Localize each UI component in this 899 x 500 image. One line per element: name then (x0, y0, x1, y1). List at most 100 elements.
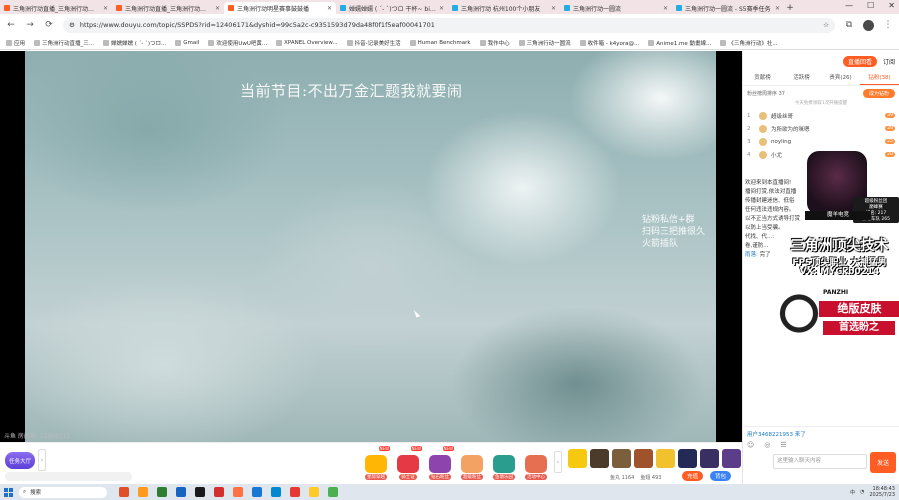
taskbar-app-icon[interactable] (119, 487, 129, 497)
tab-close-icon[interactable]: ✕ (215, 5, 220, 12)
reload-button[interactable]: ⟳ (44, 20, 54, 30)
backpack-button[interactable]: 背包 (710, 471, 732, 481)
chat-tool-icon[interactable]: ☰ (780, 441, 786, 449)
taskbar-app-icon[interactable] (290, 487, 300, 497)
gift-tile-icon[interactable] (678, 449, 697, 468)
chat-tool-icon[interactable]: ☺ (747, 441, 754, 449)
tab-close-icon[interactable]: ✕ (775, 5, 780, 12)
ime-indicator[interactable]: 中 (850, 489, 855, 496)
url-input[interactable]: ⚙ https://www.douyu.com/topic/SSPDS?rid=… (63, 17, 835, 33)
fan-rank-item[interactable]: 1 超级丝哥 39 (747, 109, 895, 122)
replay-button[interactable]: 直播回看 (842, 55, 877, 67)
subscribe-button[interactable]: 订阅 (883, 57, 895, 66)
fan-rank-item[interactable]: 3 noyling 25 (747, 135, 895, 148)
gift-tile-icon[interactable] (612, 449, 631, 468)
rank-tab[interactable]: 活跃榜 (782, 71, 821, 85)
balance-info: 鱼丸 1164 鱼翅 493 (610, 474, 661, 481)
bookmark-item[interactable]: 我作中心 (479, 39, 510, 47)
close-window-button[interactable]: ✕ (888, 1, 895, 10)
gift-tile-icon[interactable] (568, 449, 587, 468)
taskbar-app-icon[interactable] (233, 487, 243, 497)
taskbar-search-input[interactable]: ⌕ 搜索 (19, 486, 107, 498)
extensions-icon[interactable]: ⧉ (844, 20, 854, 30)
bookmark-item[interactable]: 《三角洲行动》社... (720, 39, 778, 47)
bookmark-item[interactable]: 欢迎使用UwU吧黄... (208, 39, 267, 47)
chat-username[interactable]: 雨落 (745, 252, 756, 258)
browser-tab-strip: 三角洲行动直播_三角洲行动视频 ✕ 三角洲行动直播_三角洲行动视频 ✕ 三角洲行动明星赛… (0, 0, 899, 14)
forward-button[interactable]: → (25, 20, 35, 30)
back-button[interactable]: ← (6, 20, 16, 30)
taskbar-app-icon[interactable] (309, 487, 319, 497)
rank-tab[interactable]: 钻粉(38) (860, 71, 899, 85)
activity-gift[interactable]: 骑士证 NEW (394, 446, 422, 480)
gift-tile-icon[interactable] (634, 449, 653, 468)
promo-headline: 三角洲顶尖技术 (790, 238, 889, 254)
mission-hall-button[interactable]: 任务大厅 (5, 452, 35, 469)
browser-tab[interactable]: 三角洲行动直播_三角洲行动视频 ✕ (0, 2, 112, 14)
rank-tab[interactable]: 贡献榜 (743, 71, 782, 85)
gift-label: 鱼塘乐园 (493, 474, 515, 480)
tab-close-icon[interactable]: ✕ (439, 5, 444, 12)
activity-gift[interactable]: 活动中心 (522, 446, 550, 480)
video-player[interactable]: 当前节目:不出万金汇题我就要闹 钻粉私信+群 扫码三把推很久 火箭插队 斗鱼 房间号… (0, 51, 742, 442)
taskbar-app-icon[interactable] (195, 487, 205, 497)
bookmark-item[interactable]: 三角洲行动一圆流 (518, 39, 571, 47)
send-button[interactable]: 发送 (870, 452, 896, 473)
activity-gift[interactable]: 星际穿越 NEW (362, 446, 390, 480)
chat-tool-icon[interactable]: ◎ (764, 441, 770, 449)
activity-gift[interactable]: 超级粉丝 (458, 446, 486, 480)
browser-tab[interactable]: 三角洲行动直播_三角洲行动视频 ✕ (112, 2, 224, 14)
bookmark-item[interactable]: 收件箱 - k4yora@... (579, 39, 639, 47)
taskbar-app-icon[interactable] (271, 487, 281, 497)
taskbar-app-icon[interactable] (328, 487, 338, 497)
tab-close-icon[interactable]: ✕ (551, 5, 556, 12)
bookmark-item[interactable]: XPANEL Overview... (276, 39, 338, 46)
bookmark-item[interactable]: 应用 (6, 39, 25, 47)
browser-tab[interactable]: 三角洲行动 杭州100个小朋友 ✕ (448, 2, 560, 14)
bookmark-item[interactable]: 抖音-记录美好生活 (346, 39, 401, 47)
bookmark-item[interactable]: 婵嬬婵嬬 ( ´- `)つロ... (103, 39, 166, 47)
video-frame[interactable] (25, 51, 716, 442)
activity-gift[interactable]: 鱼塘乐园 (490, 446, 518, 480)
tab-close-icon[interactable]: ✕ (103, 5, 108, 12)
gift-tile-icon[interactable] (700, 449, 719, 468)
bookmark-item[interactable]: 三角洲行动直播_三... (34, 39, 94, 47)
become-diamond-fan-button[interactable]: 成为钻粉 (862, 88, 895, 98)
bookmark-item[interactable]: Human Benchmark (409, 39, 471, 46)
system-clock[interactable]: 18:48:43 2025/7/23 (869, 486, 895, 498)
taskbar-app-icon[interactable] (138, 487, 148, 497)
bookmark-item[interactable]: Gmail (175, 39, 199, 46)
gift-tile-icon[interactable] (656, 449, 675, 468)
bookmark-label: 抖音-记录美好生活 (354, 40, 401, 47)
rank-tab[interactable]: 贵宾(26) (821, 71, 860, 85)
activity-gift[interactable]: 钻石粉丝 NEW (426, 446, 454, 480)
browser-tab[interactable]: 三角洲行动一圆流 - S5赛季任务 ✕ (672, 2, 784, 14)
site-info-icon[interactable]: ⚙ (69, 21, 75, 29)
wifi-icon[interactable]: ◔ (860, 489, 864, 495)
browser-tab[interactable]: 三角洲行动明星赛事鼓鼓播 ✕ (224, 2, 336, 14)
browser-tab[interactable]: 婵嬬婵嬬 ( ´- `)つロ 干杯~ bilibili ✕ (336, 2, 448, 14)
taskbar-app-icon[interactable] (157, 487, 167, 497)
fan-rank-item[interactable]: 2 为所欲为的咪嗯 28 (747, 122, 895, 135)
windows-start-icon[interactable] (4, 487, 13, 497)
taskbar-app-icon[interactable] (252, 487, 262, 497)
taskbar-app-icon[interactable] (176, 487, 186, 497)
maximize-button[interactable]: ☐ (867, 1, 874, 10)
new-tab-button[interactable]: + (784, 2, 796, 14)
browser-tab[interactable]: 三角洲行动一圆流 ✕ (560, 2, 672, 14)
taskbar-app-icon[interactable] (214, 487, 224, 497)
minimize-button[interactable]: — (845, 1, 853, 10)
recharge-button[interactable]: 充值 (682, 471, 704, 481)
chat-input[interactable]: 这里输入聊天内容 (773, 454, 867, 469)
browser-menu-icon[interactable]: ⋮ (883, 20, 893, 30)
bookmark-star-icon[interactable]: ☆ (823, 21, 829, 29)
gift-tile-icon[interactable] (590, 449, 609, 468)
tab-close-icon[interactable]: ✕ (327, 5, 332, 12)
gift-tile-icon[interactable] (722, 449, 741, 468)
bookmark-item[interactable]: Anime1.me 動畫線... (648, 39, 711, 47)
mission-expand-button[interactable]: › (38, 449, 46, 471)
gift-label: 星际穿越 (365, 474, 387, 480)
tab-close-icon[interactable]: ✕ (663, 5, 668, 12)
profile-avatar[interactable] (863, 19, 874, 31)
gifts-more-button[interactable]: › (554, 451, 562, 473)
